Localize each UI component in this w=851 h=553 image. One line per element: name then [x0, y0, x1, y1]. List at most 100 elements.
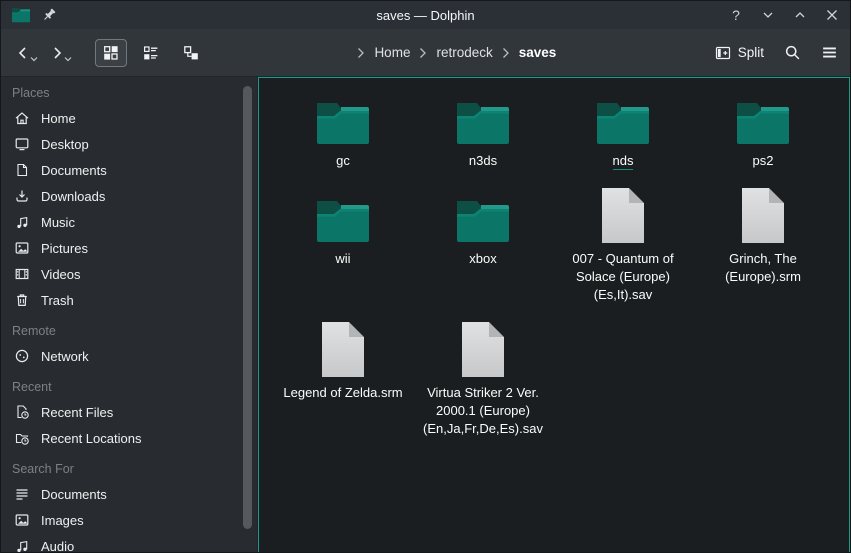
compact-view-button[interactable] [135, 39, 167, 67]
file-icon [741, 187, 785, 244]
file-icon [321, 321, 365, 378]
sidebar-item-label: Recent Locations [41, 431, 141, 446]
film-icon [14, 266, 30, 282]
sidebar-item-label: Desktop [41, 137, 89, 152]
music-note-icon [14, 538, 30, 553]
sidebar-scrollbar[interactable] [243, 86, 252, 529]
folder-item-xbox[interactable]: xbox [413, 186, 553, 268]
folder-item-nds[interactable]: nds [553, 88, 693, 170]
folder-item-n3ds[interactable]: n3ds [413, 88, 553, 170]
recent-section-label: Recent [12, 375, 257, 399]
sidebar-item-downloads[interactable]: Downloads [12, 183, 257, 209]
folder-icon [455, 100, 511, 146]
sidebar-item-label: Videos [41, 267, 81, 282]
forward-dropdown-caret-icon[interactable] [64, 56, 72, 62]
close-icon [824, 7, 840, 23]
sidebar-item-label: Music [41, 215, 75, 230]
maximize-button[interactable] [792, 7, 808, 23]
item-label: wii [335, 251, 350, 266]
image-icon [14, 240, 30, 256]
download-icon [14, 188, 30, 204]
chevron-right-icon [357, 47, 365, 59]
sidebar-item-label: Downloads [41, 189, 105, 204]
document-icon [14, 162, 30, 178]
sidebar-item-trash[interactable]: Trash [12, 287, 257, 313]
breadcrumb-saves[interactable]: saves [519, 45, 557, 60]
file-item-virtua-striker-2[interactable]: Virtua Striker 2 Ver. 2000.1 (Europe) (E… [413, 320, 553, 438]
app-folder-icon [11, 7, 31, 23]
places-panel: Places Home Desktop Documents Downloads … [1, 77, 258, 553]
sidebar-item-recent-locations[interactable]: Recent Locations [12, 425, 257, 451]
sidebar-item-label: Home [41, 111, 76, 126]
folder-item-wii[interactable]: wii [273, 186, 413, 268]
pin-icon[interactable] [41, 7, 57, 23]
sidebar-item-videos[interactable]: Videos [12, 261, 257, 287]
hamburger-menu-icon[interactable] [821, 44, 838, 61]
sidebar-item-label: Network [41, 349, 89, 364]
sidebar-item-music[interactable]: Music [12, 209, 257, 235]
help-label: ? [732, 7, 740, 23]
folder-item-ps2[interactable]: ps2 [693, 88, 833, 170]
document-lines-icon [14, 486, 30, 502]
sidebar-item-search-audio[interactable]: Audio [12, 533, 257, 553]
file-item-legend-of-zelda[interactable]: Legend of Zelda.srm [273, 320, 413, 402]
file-item-grinch-the[interactable]: Grinch, The (Europe).srm [693, 186, 833, 286]
icons-grid: gc n3ds nds ps2 wii [259, 78, 849, 438]
main-toolbar: Home retrodeck saves Split [1, 29, 850, 77]
toolbar-right-group: Split [715, 44, 838, 61]
sidebar-item-search-images[interactable]: Images [12, 507, 257, 533]
sidebar-item-desktop[interactable]: Desktop [12, 131, 257, 157]
icons-view-button[interactable] [95, 39, 127, 67]
item-label: 007 - Quantum of Solace (Europe) (Es,It)… [572, 251, 673, 302]
folder-icon [735, 100, 791, 146]
places-section-label: Places [12, 81, 257, 105]
compact-view-icon [143, 45, 159, 61]
details-view-button[interactable] [175, 39, 207, 67]
titlebar[interactable]: saves — Dolphin ? [1, 1, 850, 29]
chevron-down-icon [760, 7, 776, 23]
breadcrumb-retrodeck[interactable]: retrodeck [436, 45, 492, 60]
file-icon [601, 187, 645, 244]
item-label: ps2 [753, 153, 774, 168]
sidebar-item-network[interactable]: Network [12, 343, 257, 369]
sidebar-item-label: Audio [41, 539, 74, 553]
folder-icon [455, 198, 511, 244]
minimize-button[interactable] [760, 7, 776, 23]
trash-icon [14, 292, 30, 308]
recent-locations-icon [14, 430, 30, 446]
details-view-icon [183, 45, 199, 61]
icons-view-icon [103, 45, 119, 61]
help-button[interactable]: ? [728, 7, 744, 23]
sidebar-item-search-documents[interactable]: Documents [12, 481, 257, 507]
sidebar-item-documents[interactable]: Documents [12, 157, 257, 183]
sidebar-item-home[interactable]: Home [12, 105, 257, 131]
back-button[interactable] [13, 41, 41, 65]
folder-icon [315, 198, 371, 244]
split-view-icon [715, 45, 731, 61]
sidebar-item-label: Documents [41, 487, 107, 502]
sidebar-item-pictures[interactable]: Pictures [12, 235, 257, 261]
desktop-icon [14, 136, 30, 152]
folder-item-gc[interactable]: gc [273, 88, 413, 170]
sidebar-item-recent-files[interactable]: Recent Files [12, 399, 257, 425]
file-item-007-quantum-of-solace[interactable]: 007 - Quantum of Solace (Europe) (Es,It)… [553, 186, 693, 304]
breadcrumb-home[interactable]: Home [374, 45, 410, 60]
image-icon [14, 512, 30, 528]
back-dropdown-caret-icon[interactable] [30, 56, 38, 62]
folder-icon [595, 100, 651, 146]
folder-icon [315, 100, 371, 146]
close-button[interactable] [824, 7, 840, 23]
forward-button[interactable] [47, 41, 75, 65]
back-icon [15, 45, 31, 61]
split-button[interactable]: Split [715, 45, 764, 61]
search-for-section-label: Search For [12, 457, 257, 481]
sidebar-item-label: Pictures [41, 241, 88, 256]
search-icon[interactable] [784, 44, 801, 61]
item-label: Grinch, The (Europe).srm [725, 251, 801, 284]
chevron-right-icon [502, 47, 510, 59]
item-label: nds [613, 153, 634, 170]
folder-view[interactable]: gc n3ds nds ps2 wii [258, 77, 850, 553]
sidebar-item-label: Trash [41, 293, 74, 308]
window-title: saves — Dolphin [1, 8, 850, 23]
breadcrumb: Home retrodeck saves [207, 45, 707, 60]
